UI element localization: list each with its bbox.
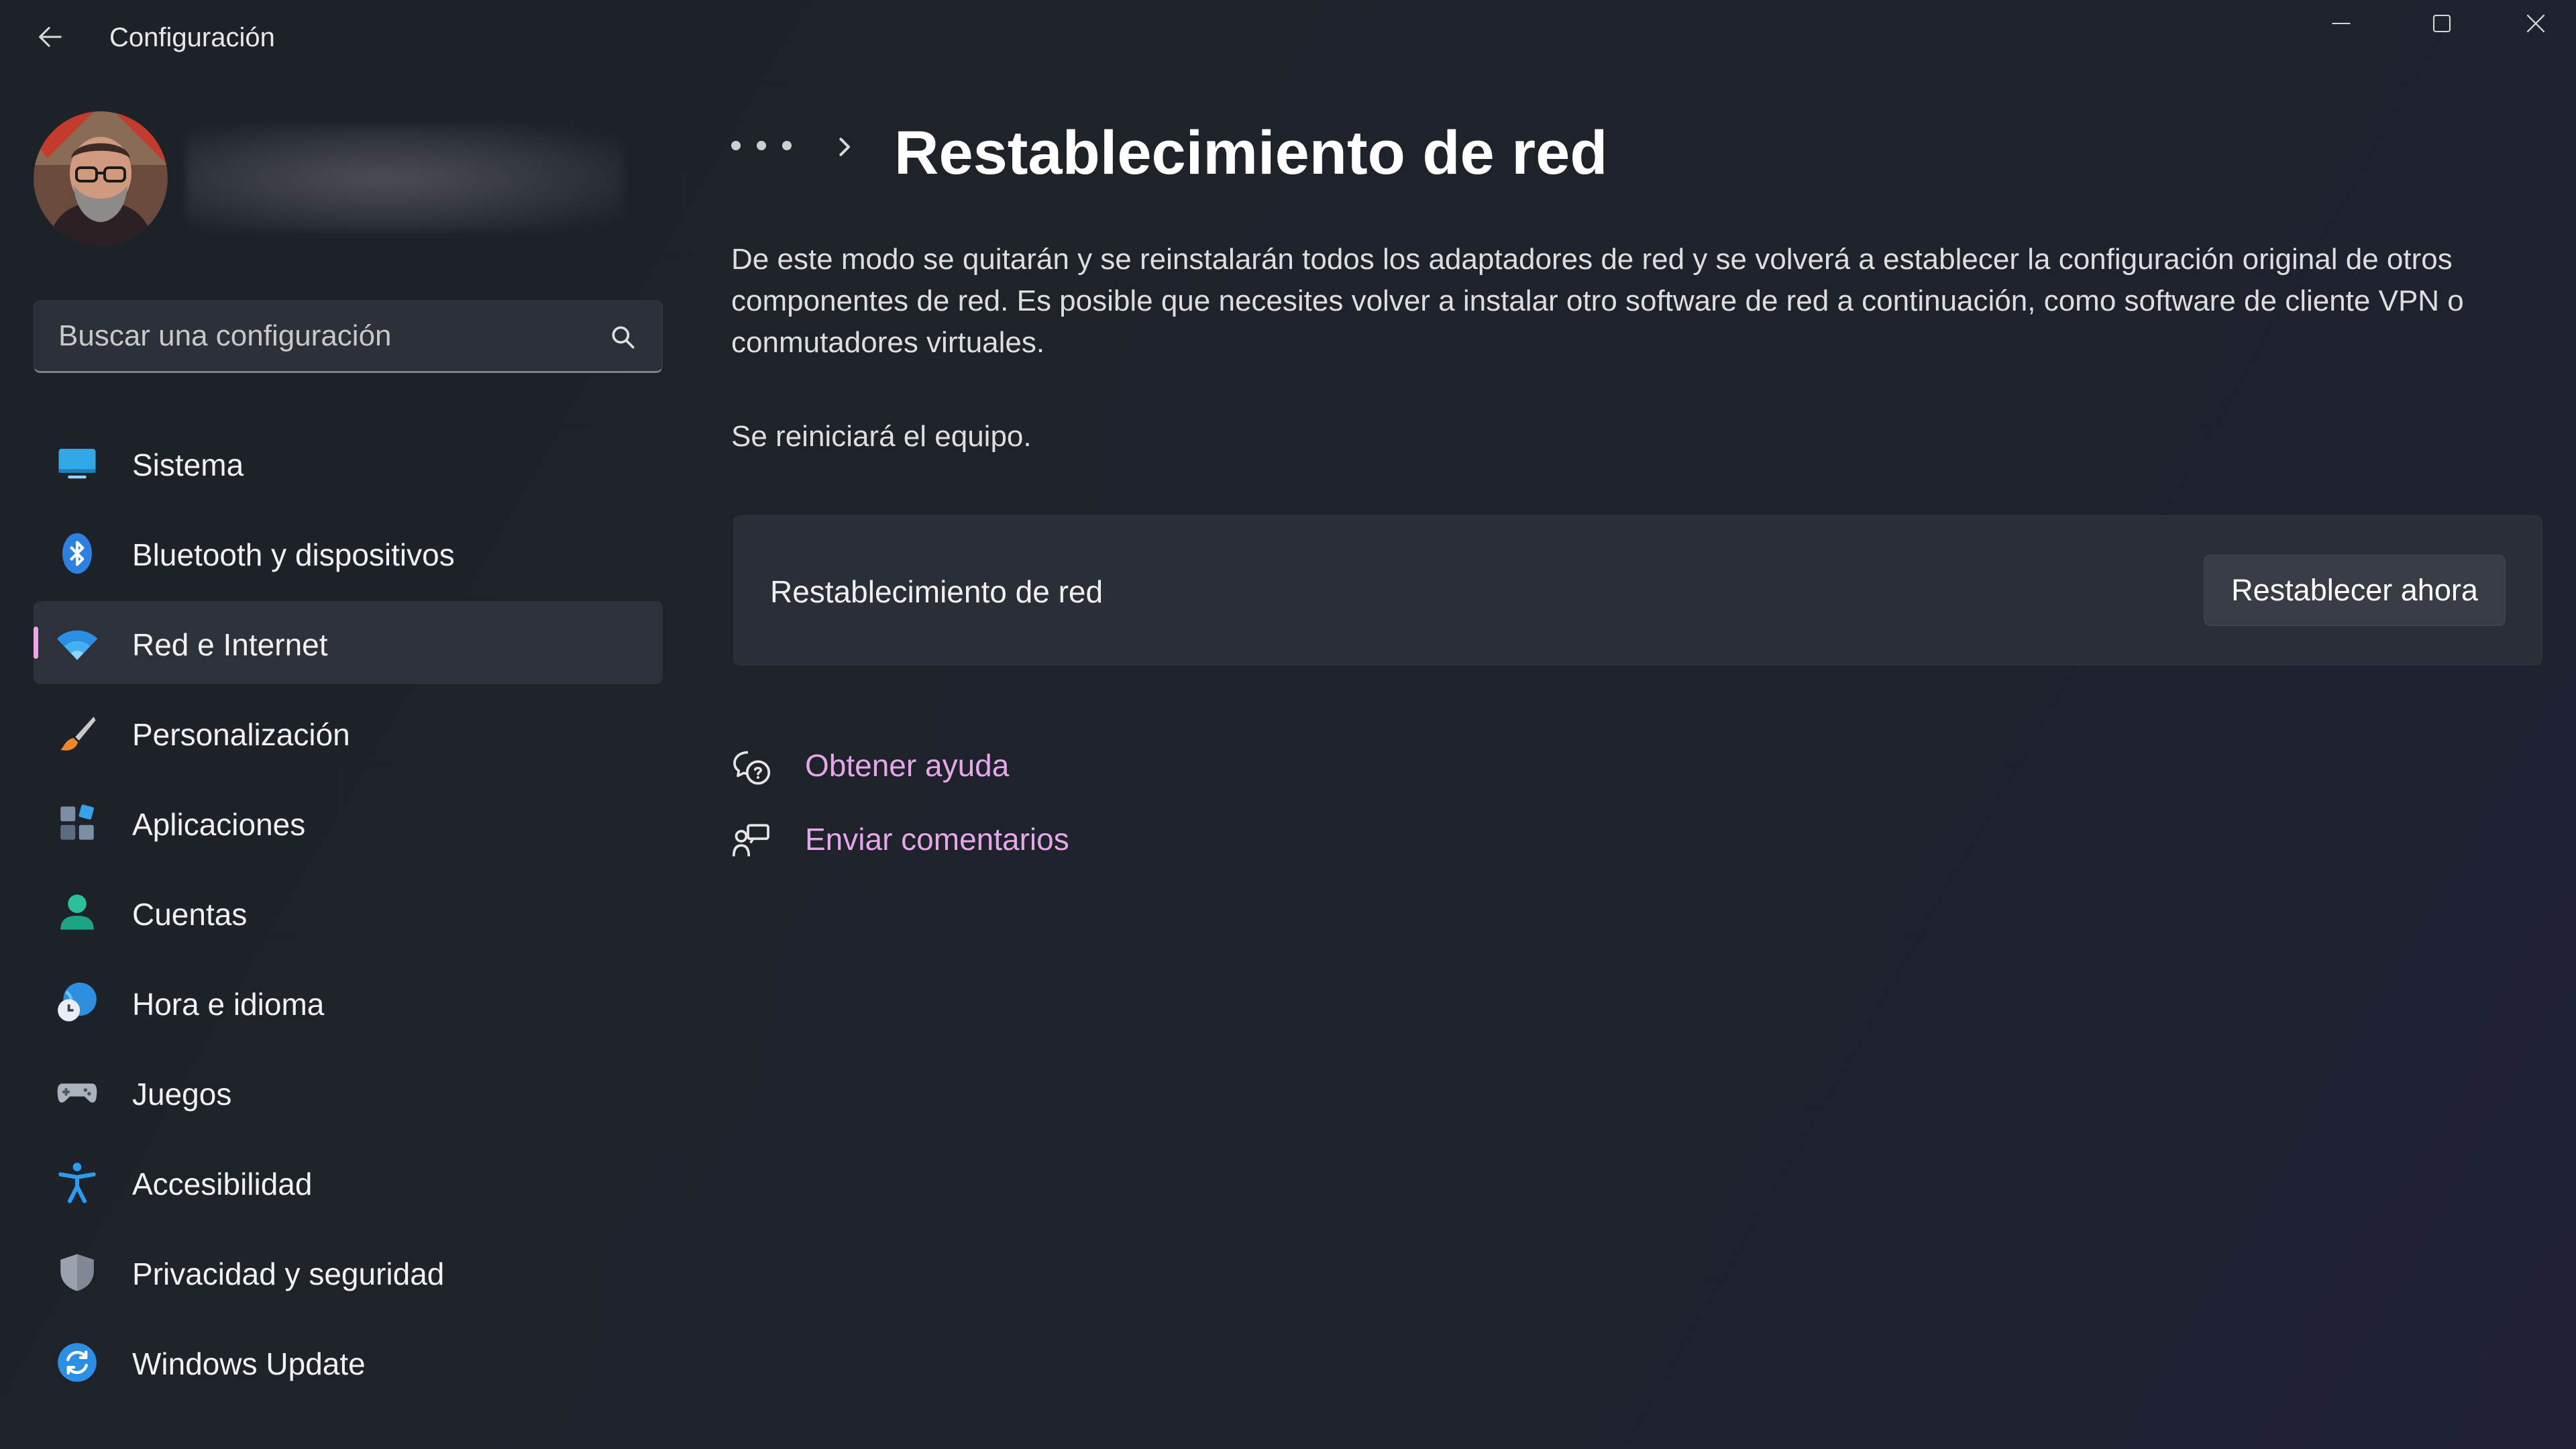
- accessibility-icon: [55, 1161, 99, 1205]
- maximize-icon: [2432, 14, 2451, 33]
- back-button[interactable]: [27, 13, 74, 60]
- sidebar-item-label: Red e Internet: [132, 627, 328, 662]
- sidebar-item-bluetooth[interactable]: Bluetooth y dispositivos: [34, 511, 663, 594]
- sidebar-item-label: Bluetooth y dispositivos: [132, 537, 455, 572]
- reset-now-button[interactable]: Restablecer ahora: [2204, 555, 2506, 626]
- close-icon: [2526, 14, 2545, 33]
- back-arrow-icon: [39, 27, 62, 47]
- get-help-link[interactable]: Obtener ayuda: [731, 738, 1536, 812]
- profile-name-redacted: [186, 125, 623, 232]
- link-label: Enviar comentarios: [805, 822, 1069, 857]
- settings-window: Configuración Buscar una configuración S…: [0, 0, 2576, 1449]
- search-icon[interactable]: [608, 323, 638, 352]
- sidebar-item-juegos[interactable]: Juegos: [34, 1051, 663, 1134]
- shield-icon: [55, 1250, 99, 1295]
- sidebar-item-label: Personalización: [132, 717, 350, 752]
- sidebar-item-label: Accesibilidad: [132, 1167, 313, 1201]
- sidebar-item-label: Windows Update: [132, 1346, 366, 1381]
- sidebar-item-personalizacion[interactable]: Personalización: [34, 691, 663, 774]
- page-title: Restablecimiento de red: [894, 119, 1608, 187]
- avatar: [34, 111, 168, 246]
- help-icon: [733, 751, 771, 785]
- sidebar-item-windows-update[interactable]: Windows Update: [34, 1320, 663, 1403]
- minimize-button[interactable]: [2291, 0, 2392, 47]
- sidebar-item-label: Privacidad y seguridad: [132, 1256, 445, 1291]
- system-display-icon: [55, 441, 99, 486]
- wifi-icon: [55, 621, 99, 665]
- sidebar-item-cuentas[interactable]: Cuentas: [34, 871, 663, 954]
- sidebar-item-hora-idioma[interactable]: Hora e idioma: [34, 961, 663, 1044]
- minimize-icon: [2332, 22, 2351, 25]
- more-icon[interactable]: [731, 129, 792, 162]
- app-title: Configuración: [109, 23, 275, 52]
- user-profile[interactable]: [34, 111, 637, 246]
- sidebar-item-label: Aplicaciones: [132, 807, 306, 842]
- time-language-icon: [55, 981, 99, 1025]
- feedback-icon: [732, 824, 769, 857]
- brush-icon: [55, 711, 99, 755]
- help-links: Obtener ayuda Enviar comentarios: [731, 738, 1536, 885]
- sidebar-item-accesibilidad[interactable]: Accesibilidad: [34, 1140, 663, 1224]
- bluetooth-icon: [55, 531, 99, 576]
- sidebar-item-label: Hora e idioma: [132, 987, 325, 1022]
- send-feedback-link[interactable]: Enviar comentarios: [731, 812, 1536, 885]
- sidebar-nav: Sistema Bluetooth y dispositivos Red e I: [34, 421, 663, 1410]
- sidebar-item-red-internet[interactable]: Red e Internet: [34, 601, 663, 684]
- breadcrumb: Restablecimiento de red: [731, 114, 2475, 195]
- description-text: De este modo se quitarán y se reinstalar…: [731, 243, 2464, 359]
- apps-icon: [55, 801, 99, 845]
- link-label: Obtener ayuda: [805, 748, 1010, 783]
- sidebar-item-label: Cuentas: [132, 897, 248, 932]
- network-reset-card: Restablecimiento de red Restablecer ahor…: [733, 515, 2542, 665]
- gamepad-icon: [55, 1071, 99, 1115]
- sidebar-item-sistema[interactable]: Sistema: [34, 421, 663, 504]
- sidebar-item-label: Juegos: [132, 1077, 232, 1112]
- windows-update-icon: [55, 1340, 99, 1385]
- search-box[interactable]: [34, 301, 663, 373]
- sidebar-item-aplicaciones[interactable]: Aplicaciones: [34, 781, 663, 864]
- sidebar-item-label: Sistema: [132, 447, 244, 482]
- card-label: Restablecimiento de red: [770, 574, 1104, 609]
- close-button[interactable]: [2496, 0, 2576, 47]
- sidebar-item-privacidad[interactable]: Privacidad y seguridad: [34, 1230, 663, 1313]
- chevron-right-icon: [839, 138, 850, 156]
- search-input[interactable]: [34, 301, 598, 371]
- restart-note: Se reiniciará el equipo.: [731, 420, 1032, 453]
- title-bar: Configuración: [0, 0, 2576, 80]
- maximize-button[interactable]: [2392, 0, 2492, 47]
- account-icon: [55, 891, 99, 935]
- active-indicator: [34, 627, 38, 659]
